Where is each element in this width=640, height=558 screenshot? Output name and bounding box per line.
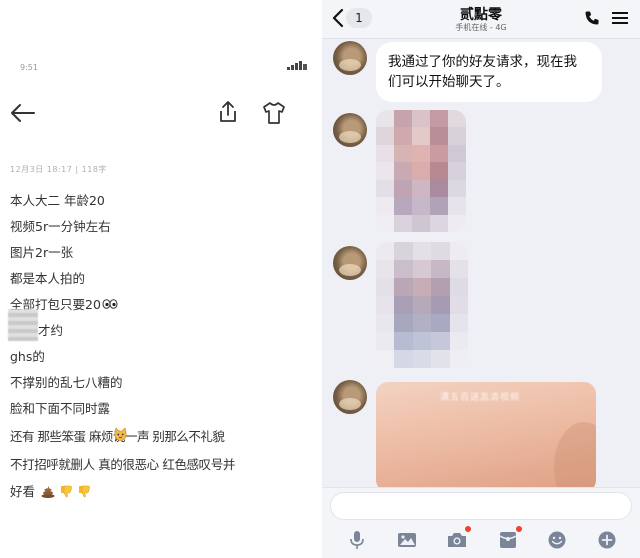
red-packet-icon[interactable] [497, 530, 519, 550]
note-line: 视频5r一分钟左右 [10, 219, 111, 234]
message-bubble: 我通过了你的好友请求，现在我们可以开始聊天了。 [376, 42, 602, 102]
thumbs-down-icon [60, 485, 72, 498]
avatar[interactable] [333, 41, 367, 75]
note-line: ghs的 [10, 349, 45, 364]
tshirt-icon[interactable] [260, 100, 288, 126]
avatar[interactable] [333, 113, 367, 147]
note-meta: 12月3日 18:17 | 118字 [10, 165, 107, 174]
photo-caption: 满五百送高清视频 [440, 393, 521, 403]
blurred-image[interactable] [376, 110, 466, 232]
note-line: 好看 [10, 484, 36, 499]
menu-icon[interactable] [612, 11, 628, 25]
eyes-emoji-icon [102, 299, 118, 309]
note-line-row: 好看 [10, 481, 91, 500]
emoji-icon[interactable] [546, 530, 568, 550]
phone-icon[interactable] [584, 10, 600, 26]
status-time: 9:51 [20, 63, 38, 72]
back-arrow-icon[interactable] [8, 98, 38, 128]
input-bar [322, 487, 640, 558]
notes-screenshot: 9:51 12月3日 18:17 | 118字 本人大二 年龄20 视频5r一分… [0, 0, 322, 558]
cat-emoji-icon [114, 427, 127, 441]
plus-icon[interactable] [596, 530, 618, 550]
camera-icon[interactable] [446, 530, 468, 550]
poop-emoji-icon [41, 486, 55, 498]
thumbs-down-icon [78, 485, 90, 498]
chat-header: 1 贰點零 手机在线 - 4G [322, 0, 640, 39]
share-icon[interactable] [215, 99, 241, 125]
message-input[interactable] [330, 492, 632, 520]
chat-screenshot: 1 贰點零 手机在线 - 4G 我通过了你的好友请求，现在我们可以开始聊天了。 [322, 0, 640, 558]
notification-dot [465, 526, 471, 532]
notification-dot [516, 526, 522, 532]
image-icon[interactable] [396, 530, 418, 550]
avatar[interactable] [333, 380, 367, 414]
blurred-image[interactable] [376, 242, 468, 368]
mosaic-grid [376, 110, 466, 232]
note-line: 才约 [38, 323, 64, 338]
note-line: 不撑别的乱七八糟的 [10, 375, 123, 390]
note-line: 都是本人拍的 [10, 271, 86, 286]
note-line: 不打招呼就删人 真的很恶心 红色感叹号并 [10, 457, 235, 472]
note-line: 脸和下面不同时露 [10, 401, 111, 416]
redacted-text [8, 309, 38, 341]
note-line: 图片2r一张 [10, 245, 74, 260]
mosaic-grid [376, 242, 468, 368]
photo-message[interactable]: 满五百送高清视频 [376, 382, 596, 492]
signal-icon [287, 61, 307, 70]
microphone-icon[interactable] [346, 530, 368, 550]
photo-shading [554, 422, 596, 492]
note-line: 本人大二 年龄20 [10, 193, 105, 208]
avatar[interactable] [333, 246, 367, 280]
